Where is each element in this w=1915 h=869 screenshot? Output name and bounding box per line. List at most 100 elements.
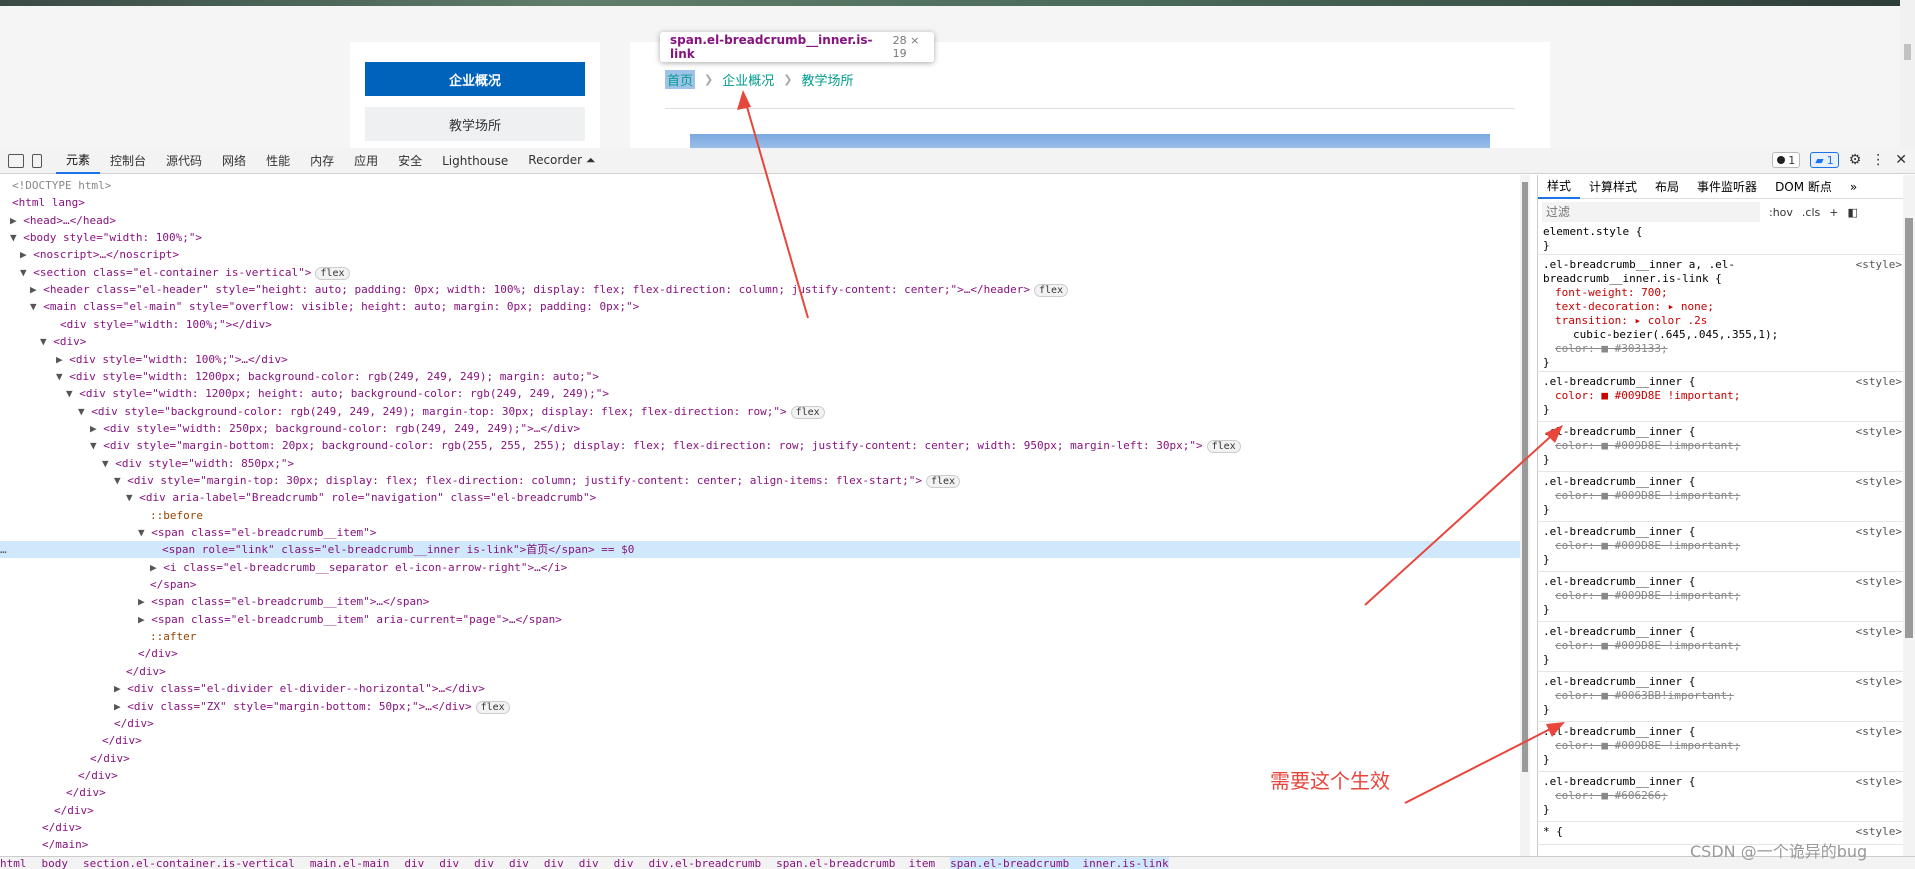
tab-console[interactable]: 控制台 [100,148,156,174]
style-source-link[interactable]: <style> [1856,475,1902,488]
collapse-triangle-icon[interactable]: ▼ [56,370,69,383]
dom-node-line[interactable]: ▼ <div style="margin-bottom: 20px; backg… [0,437,1520,454]
filter-input[interactable] [1542,202,1760,222]
message-count-badge[interactable]: ▰ 1 [1810,152,1839,168]
dom-node-line[interactable]: ▼ <span class="el-breadcrumb__item"> [0,524,1520,541]
close-icon[interactable]: ✕ [1895,152,1907,168]
css-property[interactable]: text-decoration: ▸ none; [1543,300,1905,314]
style-source-link[interactable]: <style> [1856,825,1902,838]
dom-node-line[interactable]: ▼ <div style="width: 1200px; background-… [0,368,1520,385]
dom-crumb[interactable]: html [0,857,27,869]
dom-node-line[interactable]: <html lang> [0,194,1520,211]
dom-crumb[interactable]: div [614,857,634,869]
toggle-sidebar-icon[interactable]: ◧ [1847,206,1857,219]
css-rule-inner[interactable]: .el-breadcrumb__inner {color: ■ #009D8E … [1538,725,1905,772]
nav-button-company-overview[interactable]: 企业概况 [365,62,585,96]
dom-node-line[interactable]: ▼ <div style="background-color: rgb(249,… [0,403,1520,420]
dom-crumb[interactable]: body [42,857,69,869]
hov-button[interactable]: :hov [1769,206,1793,219]
element-style-rule[interactable]: element.style {} [1538,225,1905,255]
page-scrollbar-thumb[interactable] [1904,44,1911,60]
style-source-link[interactable]: <style> [1856,258,1902,271]
device-toolbar-icon[interactable] [32,153,42,168]
dom-node-line[interactable]: ▶ <span class="el-breadcrumb__item">…</s… [0,593,1520,610]
flex-badge[interactable]: flex [1206,440,1241,454]
css-property-overridden[interactable]: color: ■ #606266; [1543,789,1905,803]
css-rule-inner[interactable]: .el-breadcrumb__inner {color: ■ #606266;… [1538,775,1905,822]
dom-crumb[interactable]: div [544,857,564,869]
css-property-overridden[interactable]: color: ■ #303133; [1543,342,1905,356]
style-source-link[interactable]: <style> [1856,575,1902,588]
more-icon[interactable]: … [0,541,7,558]
dom-node-line[interactable]: ▼ <div aria-label="Breadcrumb" role="nav… [0,489,1520,506]
dom-node-line[interactable]: ▶ <div class="el-divider el-divider--hor… [0,680,1520,697]
collapse-triangle-icon[interactable]: ▼ [66,387,79,400]
error-count-badge[interactable]: 1 [1772,152,1801,168]
expand-triangle-icon[interactable]: ▶ [138,613,151,626]
dom-node-line[interactable]: </div> [0,750,1520,767]
dom-crumb[interactable]: span.el-breadcrumb__inner.is-link [950,857,1169,869]
expand-triangle-icon[interactable]: ▶ [150,561,163,574]
breadcrumb-company-overview-link[interactable]: 企业概况 [722,70,774,89]
breadcrumb-home-link[interactable]: 首页 [665,70,696,89]
collapse-triangle-icon[interactable]: ▼ [78,405,91,418]
dom-node-line[interactable]: ▶ <noscript>…</noscript> [0,246,1520,263]
collapse-triangle-icon[interactable]: ▼ [114,474,127,487]
dom-crumb[interactable]: div [474,857,494,869]
style-source-link[interactable]: <style> [1856,625,1902,638]
dom-node-line[interactable]: </div> [0,819,1520,836]
dom-crumb[interactable]: span.el-breadcrumb__item [776,857,935,869]
dom-node-line[interactable]: ▶ <div class="ZX" style="margin-bottom: … [0,698,1520,715]
expand-triangle-icon[interactable]: ▶ [90,422,103,435]
expand-triangle-icon[interactable]: ▶ [30,283,43,296]
more-options-icon[interactable]: ⋮ [1871,152,1885,168]
dom-node-line[interactable]: ▼ <div> [0,333,1520,350]
css-rule-inner-active[interactable]: .el-breadcrumb__inner {color: ■ #009D8E … [1538,375,1905,422]
elements-scrollbar-thumb[interactable] [1522,182,1528,772]
css-property-overridden[interactable]: color: ■ #009D8E !important; [1543,739,1905,753]
css-property-overridden[interactable]: color: ■ #009D8E !important; [1543,589,1905,603]
flex-badge[interactable]: flex [1034,284,1069,298]
tab-performance[interactable]: 性能 [256,148,300,174]
add-rule-icon[interactable]: + [1829,206,1838,219]
dom-node-line[interactable]: </main> [0,836,1520,853]
page-scrollbar[interactable] [1900,0,1915,148]
tab-recorder[interactable]: Recorder ⏶ [518,148,605,174]
flex-badge[interactable]: flex [475,700,510,714]
css-rule-inner[interactable]: .el-breadcrumb__inner {color: ■ #009D8E … [1538,625,1905,672]
collapse-triangle-icon[interactable]: ▼ [90,439,103,452]
dom-node-line[interactable]: <!DOCTYPE html> [0,177,1520,194]
more-tabs-icon[interactable]: » [1841,175,1866,199]
tab-security[interactable]: 安全 [388,148,432,174]
dom-node-line[interactable]: </div> [0,802,1520,819]
expand-triangle-icon[interactable]: ▶ [138,595,151,608]
dom-node-line[interactable]: ▶ <span class="el-breadcrumb__item" aria… [0,611,1520,628]
collapse-triangle-icon[interactable]: ▼ [126,491,139,504]
dom-crumb[interactable]: div.el-breadcrumb [649,857,762,869]
css-rule-inner[interactable]: .el-breadcrumb__inner {color: ■ #009D8E … [1538,575,1905,622]
expand-triangle-icon[interactable]: ▶ [114,682,127,695]
dom-node-line[interactable]: ▶ <header class="el-header" style="heigh… [0,281,1520,298]
expand-triangle-icon[interactable]: ▶ [10,214,23,227]
dom-node-line[interactable]: </span> [0,576,1520,593]
dom-node-line[interactable]: ▼ <div style="margin-top: 30px; display:… [0,472,1520,489]
css-property-overridden[interactable]: color: ■ #009D8E !important; [1543,539,1905,553]
style-source-link[interactable]: <style> [1856,725,1902,738]
collapse-triangle-icon[interactable]: ▼ [40,335,53,348]
collapse-triangle-icon[interactable]: ▼ [30,300,43,313]
gear-icon[interactable]: ⚙ [1849,152,1862,168]
css-property[interactable]: transition: ▸ color .2s [1543,314,1905,328]
dom-node-line[interactable]: ▼ <div style="width: 1200px; height: aut… [0,385,1520,402]
dom-node-line[interactable]: </div> [0,663,1520,680]
css-rule-inner[interactable]: .el-breadcrumb__inner {color: ■ #009D8E … [1538,475,1905,522]
css-rule-link[interactable]: .el-breadcrumb__inner a, .el-breadcrumb_… [1538,258,1905,372]
tab-dom-breakpoints[interactable]: DOM 断点 [1766,175,1841,199]
nav-button-teaching-venue[interactable]: 教学场所 [365,107,585,141]
style-source-link[interactable]: <style> [1856,425,1902,438]
flex-badge[interactable]: flex [925,474,961,488]
styles-scrollbar-thumb[interactable] [1905,218,1913,638]
css-rule-inner[interactable]: .el-breadcrumb__inner {color: ■ #009D8E … [1538,425,1905,472]
dom-crumb[interactable]: main.el-main [310,857,389,869]
tab-computed[interactable]: 计算样式 [1580,175,1646,199]
css-property-target-overridden[interactable]: color: ■ #0063BB!important; [1543,689,1905,703]
